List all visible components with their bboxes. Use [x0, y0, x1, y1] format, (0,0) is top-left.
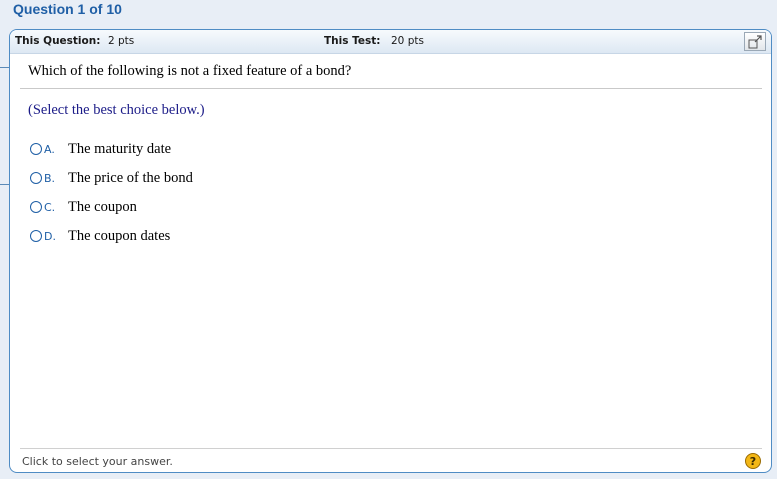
instruction-text: (Select the best choice below.) — [28, 102, 205, 118]
choice-a[interactable]: A. The maturity date — [30, 140, 171, 158]
choice-letter: B. — [44, 171, 56, 185]
this-test-points: 20 pts — [391, 35, 424, 47]
choice-text[interactable]: The price of the bond — [68, 170, 193, 187]
choice-b[interactable]: B. The price of the bond — [30, 169, 193, 187]
help-icon[interactable]: ? — [745, 453, 761, 469]
this-question-label: This Question: — [15, 35, 101, 47]
radio-icon[interactable] — [30, 143, 42, 155]
question-counter: Question 1 of 10 — [13, 1, 122, 17]
choice-letter: D. — [44, 229, 56, 243]
question-text: Which of the following is not a fixed fe… — [28, 63, 352, 79]
this-test-label: This Test: — [324, 35, 381, 47]
choice-letter: C. — [44, 200, 56, 214]
choice-c[interactable]: C. The coupon — [30, 198, 137, 216]
choice-text[interactable]: The coupon — [68, 199, 137, 216]
footer-hint: Click to select your answer. — [22, 455, 173, 468]
radio-icon[interactable] — [30, 230, 42, 242]
points-bar: This Question: 2 pts This Test: 20 pts — [10, 30, 771, 54]
radio-icon[interactable] — [30, 172, 42, 184]
question-divider — [20, 88, 762, 89]
choice-text[interactable]: The coupon dates — [68, 228, 170, 245]
radio-icon[interactable] — [30, 201, 42, 213]
expand-button[interactable] — [744, 32, 766, 51]
question-panel: This Question: 2 pts This Test: 20 pts W… — [9, 29, 772, 473]
this-question-points: 2 pts — [108, 35, 135, 47]
expand-icon — [748, 34, 762, 48]
footer-divider — [20, 448, 762, 449]
choice-d[interactable]: D. The coupon dates — [30, 227, 170, 245]
choice-letter: A. — [44, 142, 55, 156]
choice-text[interactable]: The maturity date — [68, 141, 171, 158]
